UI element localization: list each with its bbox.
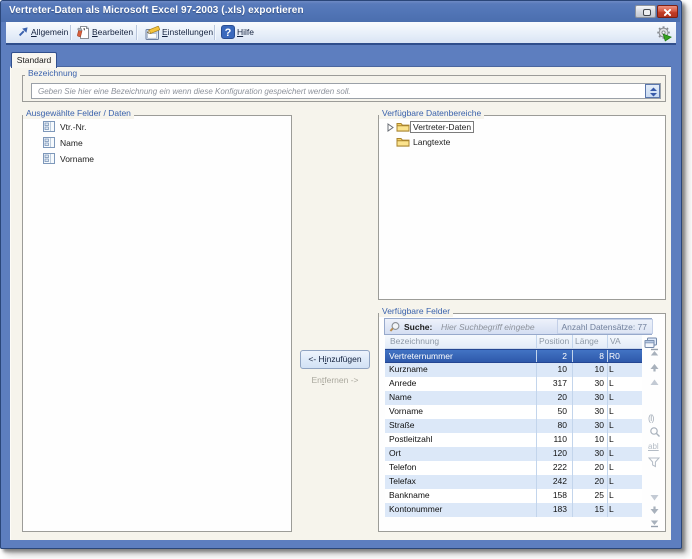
svg-text:?: ? [225,27,232,39]
